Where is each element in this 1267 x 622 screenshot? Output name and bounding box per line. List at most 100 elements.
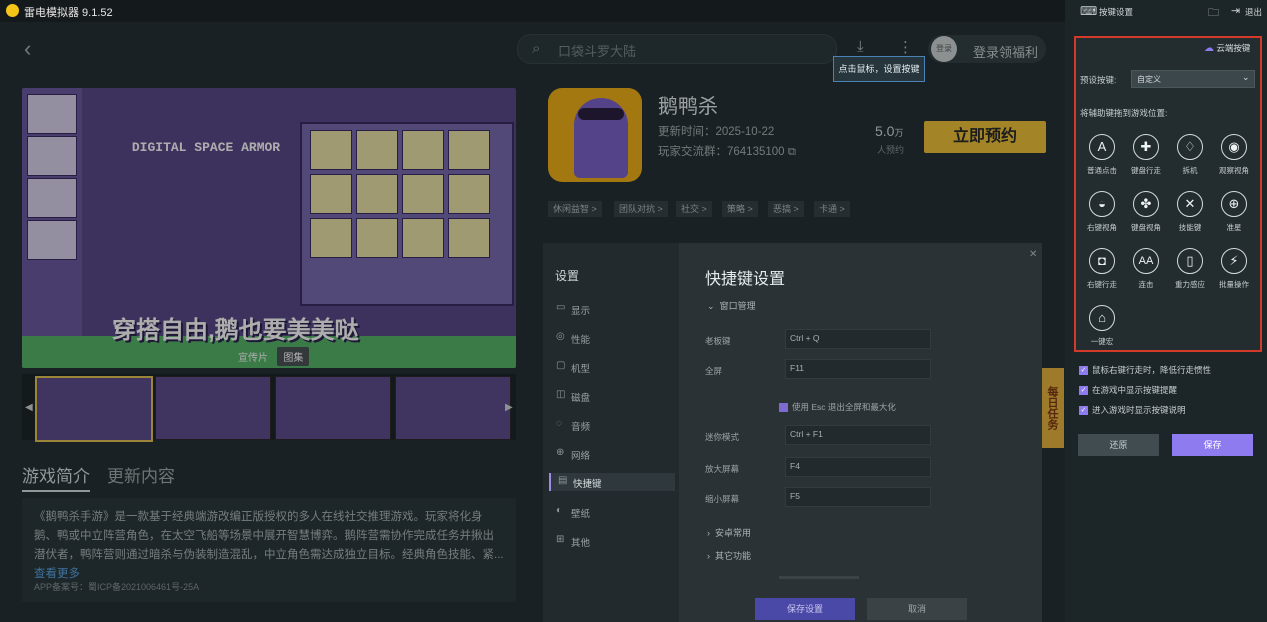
rotate-icon: ✤	[1133, 191, 1159, 217]
key-gravity[interactable]: ▯ 重力感应	[1168, 248, 1212, 302]
group-other-label: 其它功能	[715, 551, 752, 561]
network-icon: ⊕	[556, 447, 565, 458]
mouse-icon: ◘	[1089, 248, 1115, 274]
key-batch[interactable]: ⚡ 批量操作	[1212, 248, 1256, 302]
key-label: 观察视角	[1219, 166, 1249, 175]
key-skill[interactable]: ✕ 技能键	[1168, 191, 1212, 245]
nav-label: 显示	[571, 306, 591, 317]
app-title: 雷电模拟器 9.1.52	[24, 7, 113, 19]
field-value: Ctrl + F1	[790, 429, 823, 439]
group-android[interactable]: › 安卓常用	[707, 526, 751, 539]
option-reduce-inertia[interactable]: ✓ 鼠标右键行走时，降低行走惯性	[1079, 364, 1211, 376]
cloud-keys-button[interactable]: ☁ 云端按键	[1204, 42, 1250, 54]
key-keyboard-walk[interactable]: ✚ 键盘行走	[1124, 134, 1168, 188]
field-label: 迷你模式	[705, 432, 740, 442]
preset-value: 自定义	[1137, 75, 1161, 84]
macro-icon: ⌂	[1089, 305, 1115, 331]
settings-sidebar: 设置 ▭ 显示 ◎ 性能 ▢ 机型 ◫ 磁盘 ◌ 音频 ⊕ 网络 ▤ 快捷键 ◐ 壁纸 ⊞ 其他	[543, 243, 679, 622]
nav-item-audio[interactable]: ◌ 音频	[549, 416, 673, 434]
save-settings-button[interactable]: 保存设置	[755, 598, 855, 620]
drag-hint: 将辅助键拖到游戏位置:	[1080, 108, 1168, 118]
keymap-editor-box: ☁ 云端按键 预设按键: 自定义 ⌄ 将辅助键拖到游戏位置: A 普通点击 ✚ 键盘行…	[1074, 36, 1262, 352]
nav-label: 磁盘	[571, 393, 591, 404]
key-macro[interactable]: ⌂ 一键宏	[1080, 305, 1124, 359]
field-label: 缩小屏幕	[705, 494, 740, 504]
key-disassemble[interactable]: ♢ 拆机	[1168, 134, 1212, 188]
nav-item-performance[interactable]: ◎ 性能	[549, 329, 673, 347]
option-show-reminder[interactable]: ✓ 在游戏中显示按键提醒	[1079, 384, 1177, 396]
field-value: F4	[790, 461, 800, 471]
folder-icon[interactable]: 🗀	[1208, 4, 1219, 23]
preset-select[interactable]: 自定义 ⌄	[1131, 70, 1255, 88]
nav-item-display[interactable]: ▭ 显示	[549, 300, 673, 318]
group-window-management[interactable]: ⌄ 窗口管理	[707, 299, 756, 312]
option-label: 鼠标右键行走时，降低行走惯性	[1092, 365, 1212, 375]
nav-label: 其他	[571, 538, 591, 549]
scrollbar[interactable]	[779, 576, 859, 579]
keyboard-icon: ⌨	[1080, 4, 1098, 18]
exit-button[interactable]: 退出	[1245, 6, 1262, 18]
eye-icon: ◉	[1221, 134, 1247, 160]
restore-button[interactable]: 还原	[1078, 434, 1159, 456]
option-show-instructions[interactable]: ✓ 进入游戏时显示按键说明	[1079, 404, 1186, 416]
keymap-header: ⌨ 按键设置 🗀 ⇥ 退出	[1065, 0, 1267, 22]
key-label: 一键宏	[1090, 337, 1114, 346]
nav-label: 网络	[571, 451, 591, 462]
save-button[interactable]: 保存	[1172, 434, 1253, 456]
field-label: 放大屏幕	[705, 464, 740, 474]
joystick-icon: ◒	[1089, 191, 1115, 217]
tap-icon: A	[1089, 134, 1115, 160]
esc-exit-label: 使用 Esc 退出全屏和最大化	[792, 402, 896, 412]
keymap-tooltip: 点击鼠标，设置按键	[833, 56, 925, 82]
key-right-click-view[interactable]: ◒ 右键视角	[1080, 191, 1124, 245]
chevron-down-icon: ⌄	[1242, 72, 1250, 82]
key-keyboard-view[interactable]: ✤ 键盘视角	[1124, 191, 1168, 245]
field-label: 全屏	[705, 366, 723, 376]
settings-dialog: 设置 ▭ 显示 ◎ 性能 ▢ 机型 ◫ 磁盘 ◌ 音频 ⊕ 网络 ▤ 快捷键 ◐ 壁纸 ⊞ 其他 …	[543, 243, 1042, 622]
option-label: 在游戏中显示按键提醒	[1092, 385, 1178, 395]
audio-icon: ◌	[556, 418, 562, 429]
zoom-out-field[interactable]: F5	[785, 487, 931, 507]
nav-item-network[interactable]: ⊕ 网络	[549, 445, 673, 463]
lightning-icon: ⚡	[1221, 248, 1247, 274]
fullscreen-field[interactable]: F11	[785, 359, 931, 379]
chevron-right-icon: ›	[707, 528, 710, 538]
game-store-page: ‹ ⌕ 口袋斗罗大陆 ⤓ ⋮ 登录领福利 登录 DIGITAL SPACE AR…	[0, 22, 1065, 622]
key-label: 准星	[1226, 223, 1242, 232]
nav-item-model[interactable]: ▢ 机型	[549, 358, 673, 376]
boss-key-field[interactable]: Ctrl + Q	[785, 329, 931, 349]
field-value: F11	[790, 363, 805, 373]
esc-exit-checkbox[interactable]: 使用 Esc 退出全屏和最大化	[779, 401, 896, 413]
key-combo[interactable]: AA 连击	[1124, 248, 1168, 302]
combo-icon: AA	[1133, 248, 1159, 274]
close-icon[interactable]: ✕	[1029, 249, 1037, 260]
checkbox-checked-icon: ✓	[1079, 366, 1088, 376]
cancel-button[interactable]: 取消	[867, 598, 967, 620]
keymap-panel: ⌨ 按键设置 🗀 ⇥ 退出 ☁ 云端按键 预设按键: 自定义 ⌄ 将辅助键拖到游戏…	[1065, 0, 1267, 622]
crossed-swords-icon: ✕	[1177, 191, 1203, 217]
key-right-click-walk[interactable]: ◘ 右键行走	[1080, 248, 1124, 302]
wallpaper-icon: ◐	[556, 505, 563, 516]
exit-icon[interactable]: ⇥	[1231, 4, 1240, 17]
zoom-in-field[interactable]: F4	[785, 457, 931, 477]
checkbox-checked-icon	[779, 403, 788, 413]
nav-label: 快捷键	[573, 479, 602, 490]
nav-item-shortcuts[interactable]: ▤ 快捷键	[549, 473, 675, 491]
nav-item-disk[interactable]: ◫ 磁盘	[549, 387, 673, 405]
keymap-title: 按键设置	[1099, 7, 1134, 17]
disk-icon: ◫	[556, 389, 566, 400]
nav-item-other[interactable]: ⊞ 其他	[549, 532, 673, 550]
group-other[interactable]: › 其它功能	[707, 549, 751, 562]
key-label: 批量操作	[1219, 280, 1249, 289]
nav-item-wallpaper[interactable]: ◐ 壁纸	[549, 503, 673, 521]
group-window-label: 窗口管理	[719, 301, 756, 311]
key-tap[interactable]: A 普通点击	[1080, 134, 1124, 188]
option-label: 进入游戏时显示按键说明	[1092, 405, 1186, 415]
key-observe-view[interactable]: ◉ 观察视角	[1212, 134, 1256, 188]
app-logo-icon	[6, 4, 19, 17]
mini-mode-field[interactable]: Ctrl + F1	[785, 425, 931, 445]
nav-label: 机型	[571, 364, 591, 375]
grid-icon: ⊞	[556, 534, 565, 545]
chevron-right-icon: ›	[707, 551, 710, 561]
key-crosshair[interactable]: ⊕ 准星	[1212, 191, 1256, 245]
